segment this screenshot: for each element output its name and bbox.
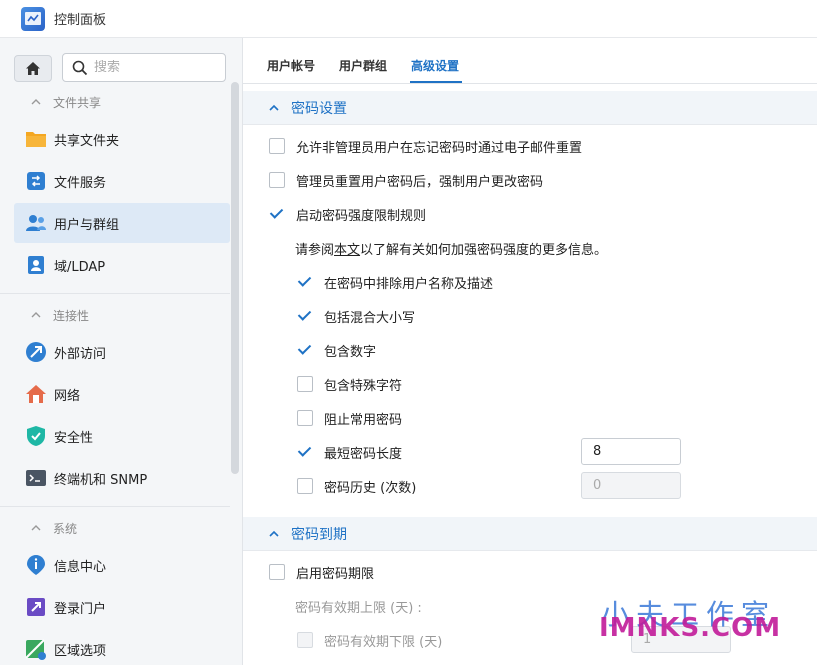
file-services-icon	[25, 170, 47, 192]
sidebar-divider	[0, 506, 230, 507]
option-email-reset[interactable]: 允许非管理员用户在忘记密码时通过电子邮件重置	[269, 135, 582, 157]
sidebar-item-domain-ldap[interactable]: 域/LDAP	[14, 245, 230, 285]
sidebar: 文件共享 共享文件夹 文件服务 用户与群组 域/LDAP 连接性 外部访问 网络…	[0, 38, 243, 665]
sidebar-item-file-services[interactable]: 文件服务	[14, 161, 230, 201]
numeric-checkbox[interactable]	[297, 342, 313, 358]
section-password-expiry[interactable]: 密码到期	[243, 517, 817, 551]
domain-icon	[25, 254, 47, 276]
network-icon	[25, 383, 47, 405]
option-force-change[interactable]: 管理员重置用户密码后，强制用户更改密码	[269, 169, 543, 191]
min-length-checkbox[interactable]	[297, 444, 313, 460]
sidebar-item-login-portal[interactable]: 登录门户	[14, 587, 230, 627]
search-input[interactable]	[94, 60, 214, 75]
chevron-up-icon	[269, 530, 279, 537]
sidebar-item-external-access[interactable]: 外部访问	[14, 332, 230, 372]
option-strength-rules[interactable]: 启动密码强度限制规则	[269, 203, 426, 225]
lower-limit-row: 密码有效期下限 (天)	[297, 629, 442, 651]
tab-user-accounts[interactable]: 用户帐号	[267, 57, 315, 74]
terminal-icon	[25, 467, 47, 489]
search-box[interactable]	[62, 53, 226, 82]
strength-rules-checkbox[interactable]	[269, 206, 285, 222]
sidebar-item-terminal-snmp[interactable]: 终端机和 SNMP	[14, 458, 230, 498]
sidebar-item-regional-options[interactable]: 区域选项	[14, 629, 230, 665]
exclude-username-checkbox[interactable]	[297, 274, 313, 290]
tab-user-groups[interactable]: 用户群组	[339, 57, 387, 74]
rule-password-history[interactable]: 密码历史 (次数)	[297, 475, 416, 497]
sidebar-scrollbar[interactable]	[231, 82, 239, 474]
lower-limit-checkbox[interactable]	[297, 632, 313, 648]
sidebar-item-network[interactable]: 网络	[14, 374, 230, 414]
active-tab-indicator	[410, 81, 462, 83]
force-change-checkbox[interactable]	[269, 172, 285, 188]
sidebar-item-shared-folder[interactable]: 共享文件夹	[14, 119, 230, 159]
group-connectivity[interactable]: 连接性	[0, 303, 230, 327]
hint-link[interactable]: 本文	[334, 239, 360, 258]
group-system[interactable]: 系统	[0, 516, 230, 540]
sidebar-divider	[0, 293, 230, 294]
chevron-up-icon	[269, 104, 279, 111]
rule-block-common[interactable]: 阻止常用密码	[297, 407, 402, 429]
section-password-settings[interactable]: 密码设置	[243, 91, 817, 125]
control-panel-icon	[21, 6, 45, 31]
strength-hint: 请参阅 本文 以了解有关如何加强密码强度的更多信息。	[295, 237, 607, 259]
watermark-logo: 小夫工作室 IMNKS.COM	[599, 598, 782, 643]
group-file-sharing[interactable]: 文件共享	[0, 90, 230, 114]
users-icon	[25, 212, 47, 234]
password-history-checkbox[interactable]	[297, 478, 313, 494]
external-access-icon	[25, 341, 47, 363]
upper-limit-row: 密码有效期上限 (天) :	[295, 600, 422, 616]
main-panel: 用户帐号 用户群组 高级设置 密码设置 允许非管理员用户在忘记密码时通过电子邮件…	[243, 38, 817, 665]
chevron-up-icon	[31, 99, 41, 105]
rule-min-length[interactable]: 最短密码长度	[297, 441, 402, 463]
min-length-input[interactable]	[581, 438, 681, 465]
title-bar: 控制面板	[0, 0, 817, 38]
rule-mixed-case[interactable]: 包括混合大小写	[297, 305, 415, 327]
rule-special-chars[interactable]: 包含特殊字符	[297, 373, 402, 395]
enable-expiry-checkbox[interactable]	[269, 564, 285, 580]
option-enable-expiry[interactable]: 启用密码期限	[269, 561, 374, 583]
chevron-up-icon	[31, 312, 41, 318]
chevron-up-icon	[31, 525, 41, 531]
region-icon	[25, 638, 47, 660]
tab-bar: 用户帐号 用户群组 高级设置	[243, 38, 817, 84]
tab-advanced-settings[interactable]: 高级设置	[411, 57, 459, 74]
info-icon	[25, 554, 47, 576]
rule-numeric[interactable]: 包含数字	[297, 339, 376, 361]
sidebar-item-security[interactable]: 安全性	[14, 416, 230, 456]
special-chars-checkbox[interactable]	[297, 376, 313, 392]
home-icon	[26, 62, 40, 75]
shield-icon	[25, 425, 47, 447]
home-button[interactable]	[14, 55, 52, 82]
sidebar-item-users-groups[interactable]: 用户与群组	[14, 203, 230, 243]
rule-exclude-username[interactable]: 在密码中排除用户名称及描述	[297, 271, 493, 293]
folder-icon	[25, 128, 47, 150]
password-history-input[interactable]	[581, 472, 681, 499]
search-icon	[72, 60, 88, 75]
sidebar-item-info-center[interactable]: 信息中心	[14, 545, 230, 585]
login-portal-icon	[25, 596, 47, 618]
block-common-checkbox[interactable]	[297, 410, 313, 426]
mixed-case-checkbox[interactable]	[297, 308, 313, 324]
window-title: 控制面板	[54, 13, 107, 28]
email-reset-checkbox[interactable]	[269, 138, 285, 154]
